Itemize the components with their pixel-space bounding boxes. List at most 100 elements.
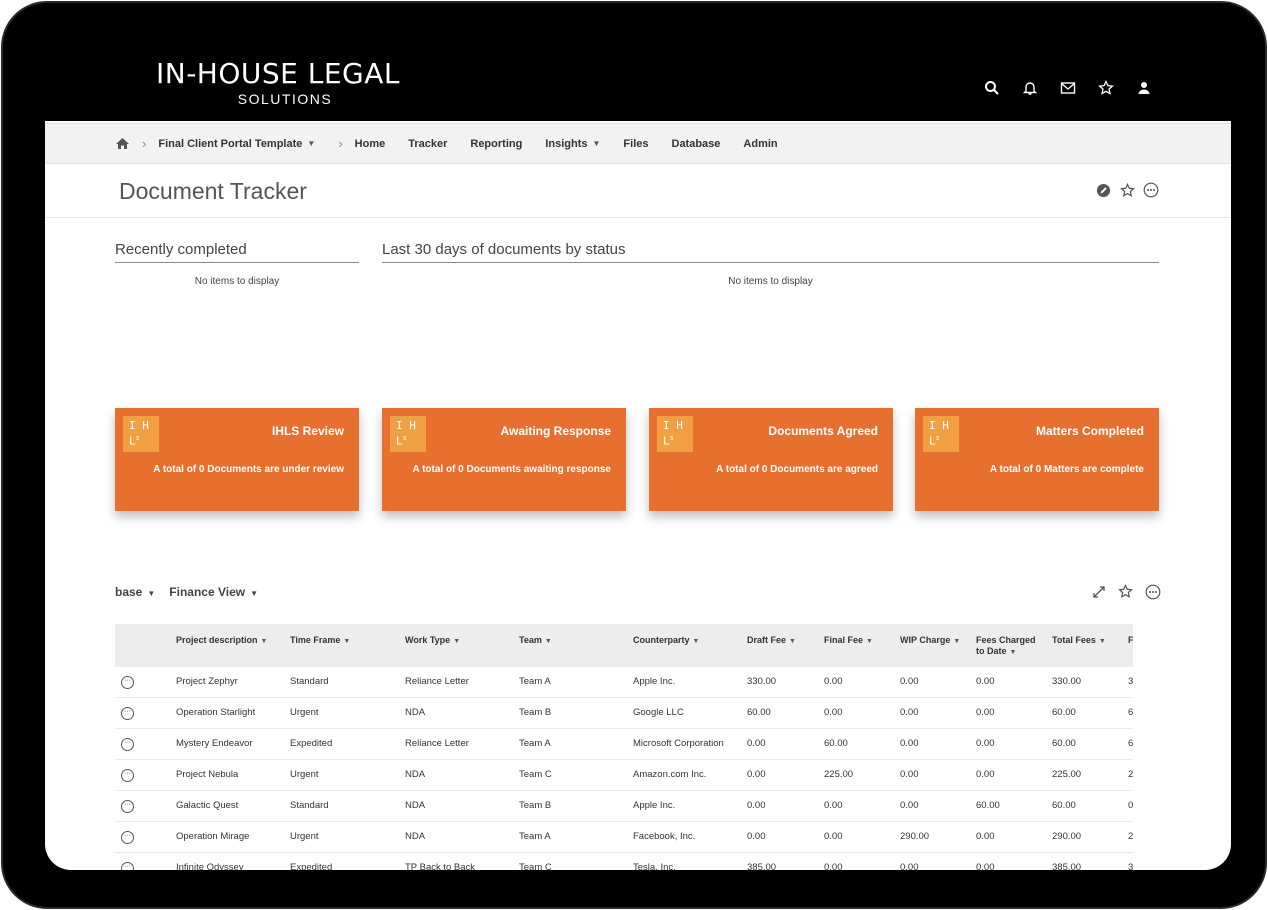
caret-down-icon: ▼ <box>147 589 156 598</box>
more-options-icon[interactable] <box>1144 583 1161 600</box>
search-icon[interactable] <box>983 79 1001 97</box>
expand-icon[interactable] <box>1090 583 1107 600</box>
table-cell: TP Back to Back <box>405 862 476 870</box>
nav-tracker[interactable]: Tracker <box>408 138 447 150</box>
bell-icon[interactable] <box>1021 79 1039 97</box>
site-name: Final Client Portal Template <box>158 137 303 150</box>
tile-description: A total of 0 Documents awaiting response <box>412 464 611 475</box>
recently-completed-empty: No items to display <box>194 276 280 287</box>
column-label: Fees Charged to Date <box>976 635 1036 656</box>
ihls-logo: I H Ls <box>123 416 159 452</box>
caret-down-icon: ▼ <box>307 139 316 148</box>
table-row[interactable]: ··· Project Zephyr Standard Reliance Letter… <box>115 667 1133 698</box>
edit-icon[interactable] <box>1095 182 1111 198</box>
status-chart-empty: No items to display <box>728 276 813 287</box>
nav-admin[interactable]: Admin <box>743 138 777 150</box>
row-menu-icon[interactable]: ··· <box>121 831 134 844</box>
caret-down-icon: ▼ <box>789 638 796 645</box>
brand-sub: SOLUTIONS <box>237 91 333 107</box>
column-header[interactable]: Final Fee ▼ <box>824 635 873 647</box>
site-header: IN-HOUSE LEGAL SOLUTIONS <box>45 3 1231 121</box>
row-menu-icon[interactable]: ··· <box>121 862 134 870</box>
row-menu-icon[interactable]: ··· <box>121 676 134 689</box>
table-row[interactable]: ··· Mystery Endeavor Expedited Reliance Let… <box>115 729 1133 760</box>
column-label: Total Fees <box>1052 635 1096 645</box>
column-header[interactable]: F <box>1128 635 1133 646</box>
table-cell: Team A <box>519 676 551 687</box>
tile-title: Documents Agreed <box>768 424 878 438</box>
row-menu-icon[interactable]: ··· <box>121 738 134 751</box>
table-cell: 0.00 <box>747 738 766 749</box>
column-header[interactable]: Draft Fee ▼ <box>747 635 796 647</box>
favorite-star-icon[interactable] <box>1119 182 1135 198</box>
table-row[interactable]: ··· Infinite Odyssey Expedited TP Back to B… <box>115 853 1133 870</box>
column-header[interactable]: WIP Charge ▼ <box>900 635 960 647</box>
column-header[interactable]: Total Fees ▼ <box>1052 635 1106 647</box>
status-chart-title: Last 30 days of documents by status <box>382 241 1159 263</box>
brand-logo[interactable]: IN-HOUSE LEGAL SOLUTIONS <box>123 59 433 108</box>
column-header[interactable]: Counterparty ▼ <box>633 635 699 647</box>
page-actions <box>1095 182 1159 198</box>
column-label: F <box>1128 635 1133 645</box>
more-options-icon[interactable] <box>1143 182 1159 198</box>
table-cell: 6 <box>1128 738 1133 749</box>
column-header[interactable]: Time Frame ▼ <box>290 635 350 647</box>
table-cell: 0.00 <box>900 676 919 687</box>
column-header[interactable]: Fees Charged to Date ▼ <box>976 635 1046 658</box>
caret-down-icon: ▼ <box>1098 638 1106 645</box>
table-cell: Infinite Odyssey <box>176 862 244 870</box>
table-cell: 330.00 <box>747 676 777 687</box>
nav-reporting[interactable]: Reporting <box>470 138 522 150</box>
nav-files[interactable]: Files <box>623 138 648 150</box>
table-cell: 0.00 <box>824 676 843 687</box>
tile-ihls-review[interactable]: I H Ls IHLS Review A total of 0 Documents… <box>115 408 359 511</box>
table-row[interactable]: ··· Project Nebula Urgent NDA Team C Amazon.c… <box>115 760 1133 791</box>
nav-insights[interactable]: Insights ▼ <box>545 138 600 150</box>
table-cell: 290.00 <box>1052 831 1082 842</box>
table-cell: Google LLC <box>633 707 684 718</box>
column-label: Work Type <box>405 635 451 645</box>
page-title: Document Tracker <box>119 178 307 204</box>
table-cell: NDA <box>405 769 426 780</box>
table-cell: Mystery Endeavor <box>176 738 253 749</box>
table-row[interactable]: ··· Galactic Quest Standard NDA Team B Apple … <box>115 791 1133 822</box>
table-cell: Urgent <box>290 707 319 718</box>
mail-icon[interactable] <box>1059 79 1077 97</box>
star-icon[interactable] <box>1097 79 1115 97</box>
table-cell: 0.00 <box>824 862 843 870</box>
table-cell: 0.00 <box>900 800 919 811</box>
view-selector[interactable]: Finance View ▼ <box>169 585 258 599</box>
nav-database[interactable]: Database <box>672 138 721 150</box>
table-row[interactable]: ··· Operation Mirage Urgent NDA Team A Facebo… <box>115 822 1133 853</box>
table-cell: 2 <box>1128 769 1133 780</box>
base-selector[interactable]: base ▼ <box>115 585 155 599</box>
tile-matters-completed[interactable]: I H Ls Matters Completed A total of 0 Mat… <box>915 408 1159 511</box>
column-header[interactable]: Work Type ▼ <box>405 635 460 647</box>
nav-insights-label: Insights <box>545 137 588 150</box>
table-cell: Reliance Letter <box>405 676 469 687</box>
table-cell: Team B <box>519 800 552 811</box>
table-cell: 0.00 <box>976 676 995 687</box>
column-header[interactable]: Team ▼ <box>519 635 552 647</box>
table-cell: 290.00 <box>900 831 930 842</box>
column-label: Draft Fee <box>747 635 787 645</box>
user-icon[interactable] <box>1135 79 1153 97</box>
home-icon[interactable] <box>115 137 130 150</box>
table-row[interactable]: ··· Operation Starlight Urgent NDA Team B Goo… <box>115 698 1133 729</box>
caret-down-icon: ▼ <box>544 638 552 645</box>
table-cell: Expedited <box>290 738 333 749</box>
site-selector[interactable]: Final Client Portal Template ▼ <box>158 138 315 150</box>
table-cell: Amazon.com Inc. <box>633 769 707 780</box>
row-menu-icon[interactable]: ··· <box>121 800 134 813</box>
table-cell: 0.00 <box>747 769 766 780</box>
row-menu-icon[interactable]: ··· <box>121 769 134 782</box>
table-cell: 0.00 <box>824 831 843 842</box>
tile-documents-agreed[interactable]: I H Ls Documents Agreed A total of 0 Docu… <box>649 408 893 511</box>
column-header[interactable]: Project description ▼ <box>176 635 267 647</box>
favorite-star-icon[interactable] <box>1117 583 1134 600</box>
column-label: Time Frame <box>290 635 341 645</box>
nav-home[interactable]: Home <box>355 138 386 150</box>
row-menu-icon[interactable]: ··· <box>121 707 134 720</box>
tile-awaiting-response[interactable]: I H Ls Awaiting Response A total of 0 Doc… <box>382 408 626 511</box>
table-cell: Team C <box>519 769 552 780</box>
